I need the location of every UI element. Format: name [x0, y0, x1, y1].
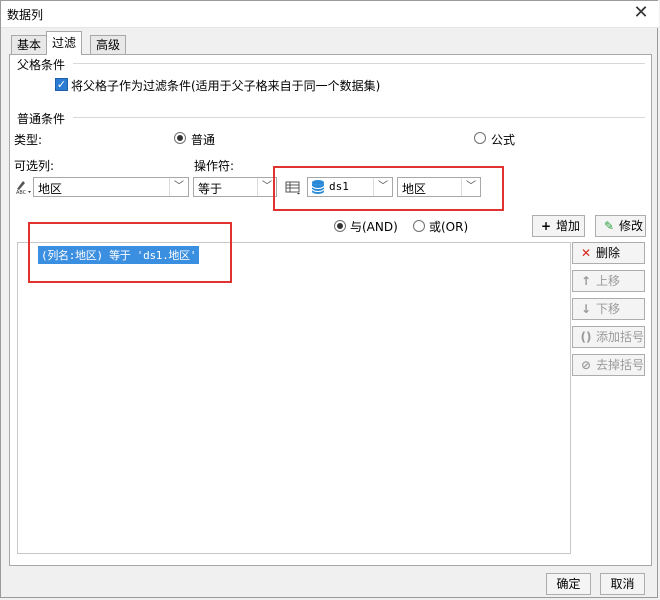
or-radio[interactable]: [413, 220, 425, 232]
delete-x-icon: ✕: [580, 246, 592, 260]
and-label: 与(AND): [350, 220, 398, 234]
move-down-button[interactable]: ↓ 下移: [572, 298, 645, 320]
column-select-value: 地区: [38, 182, 63, 196]
tab-advanced-label: 高级: [96, 38, 121, 52]
column-select[interactable]: 地区 ﹀: [33, 177, 189, 197]
cancel-button[interactable]: 取消: [600, 573, 645, 595]
add-button-label: 增加: [556, 219, 581, 233]
bracket-icon: (): [580, 330, 592, 344]
remove-bracket-icon: ⊘: [580, 358, 592, 372]
operator-select-value: 等于: [198, 182, 223, 196]
plus-icon: +: [540, 219, 552, 233]
move-up-button-label: 上移: [596, 274, 621, 288]
remove-bracket-button-label: 去掉括号: [596, 358, 645, 372]
modify-button[interactable]: ✎ 修改: [595, 215, 646, 237]
highlight-box-condition: [28, 222, 232, 283]
remove-bracket-button[interactable]: ⊘ 去掉括号: [572, 354, 645, 376]
type-normal-radio[interactable]: [174, 132, 186, 144]
tab-advanced[interactable]: 高级: [90, 35, 127, 54]
highlight-box-value-source: [273, 166, 504, 211]
tab-basic[interactable]: 基本: [11, 35, 48, 54]
delete-button-label: 删除: [596, 246, 621, 260]
type-label: 类型:: [14, 133, 43, 147]
edit-icon: ✎: [603, 219, 615, 233]
or-label: 或(OR): [429, 220, 469, 234]
condition-list[interactable]: (列名:地区) 等于 'ds1.地区': [17, 242, 571, 554]
modify-button-label: 修改: [619, 219, 644, 233]
add-bracket-button[interactable]: () 添加括号: [572, 326, 645, 348]
type-formula-label: 公式: [491, 133, 516, 147]
operator-label: 操作符:: [194, 159, 235, 173]
parent-filter-checkbox-label: 将父格子作为过滤条件(适用于父子格来自于同一个数据集): [71, 79, 381, 93]
move-down-button-label: 下移: [596, 302, 621, 316]
common-section-divider: [73, 117, 645, 118]
cancel-button-label: 取消: [610, 577, 635, 591]
svg-text:ABC: ABC: [16, 190, 27, 195]
arrow-up-icon: ↑: [580, 274, 592, 288]
tab-basic-label: 基本: [17, 38, 42, 52]
common-condition-title: 普通条件: [17, 112, 66, 126]
tab-filter[interactable]: 过滤: [46, 31, 83, 55]
title-bar: 数据列 ✕: [1, 1, 659, 28]
chevron-down-icon[interactable]: ﹀: [169, 178, 188, 196]
close-icon[interactable]: ✕: [631, 3, 651, 23]
data-column-dialog: 数据列 ✕ 基本 过滤 高级 父格条件 ✓ 将父格子作为过滤条件(适用于父子格来…: [0, 0, 659, 598]
parent-section-divider: [73, 63, 645, 64]
column-label: 可选列:: [14, 159, 55, 173]
parent-filter-checkbox[interactable]: ✓: [55, 78, 68, 91]
and-radio[interactable]: [334, 220, 346, 232]
operator-select[interactable]: 等于 ﹀: [193, 177, 277, 197]
tab-filter-label: 过滤: [52, 36, 77, 50]
ok-button[interactable]: 确定: [546, 573, 591, 595]
delete-button[interactable]: ✕ 删除: [572, 242, 645, 264]
add-button[interactable]: + 增加: [532, 215, 585, 237]
ok-button-label: 确定: [556, 577, 581, 591]
column-type-icon[interactable]: ABC: [15, 177, 33, 196]
add-bracket-button-label: 添加括号: [596, 330, 645, 344]
window-title: 数据列: [7, 8, 44, 22]
type-normal-label: 普通: [191, 133, 216, 147]
arrow-down-icon: ↓: [580, 302, 592, 316]
parent-condition-title: 父格条件: [17, 58, 66, 72]
type-formula-radio[interactable]: [474, 132, 486, 144]
move-up-button[interactable]: ↑ 上移: [572, 270, 645, 292]
